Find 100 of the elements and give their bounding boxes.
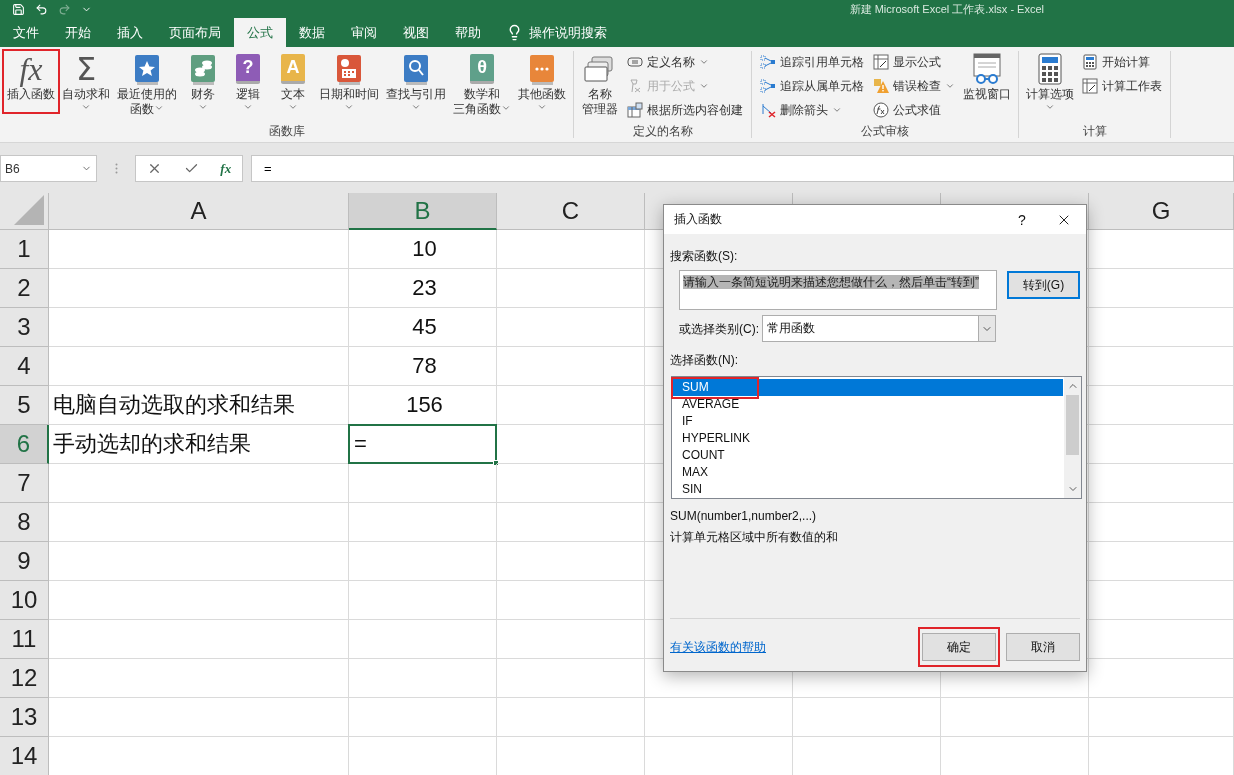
row-header[interactable]: 9 <box>0 542 49 581</box>
sheet-cell[interactable] <box>1089 308 1234 347</box>
ribbon-button[interactable]: 开始计算 <box>1082 51 1162 73</box>
sheet-cell[interactable] <box>497 386 645 425</box>
row-header[interactable]: 8 <box>0 503 49 542</box>
ribbon-button[interactable]: 计算选项 <box>1023 51 1077 112</box>
ribbon-button[interactable]: 定义名称 <box>627 51 743 73</box>
sheet-cell[interactable] <box>349 542 497 581</box>
sheet-cell[interactable] <box>497 425 645 464</box>
ribbon-button[interactable]: 查找与引用 <box>383 51 449 112</box>
ribbon-button[interactable]: 追踪从属单元格 <box>760 75 864 97</box>
ribbon-button[interactable]: 财务 <box>181 51 225 112</box>
ribbon-button[interactable]: 最近使用的 函数 <box>114 51 180 117</box>
ribbon-button[interactable]: 根据所选内容创建 <box>627 99 743 121</box>
ribbon-tab[interactable]: 视图 <box>390 18 442 47</box>
save-icon[interactable] <box>12 2 25 16</box>
row-header[interactable]: 5 <box>0 386 49 425</box>
help-link[interactable]: 有关该函数的帮助 <box>670 638 912 656</box>
sheet-cell[interactable] <box>1089 425 1234 464</box>
sheet-cell[interactable] <box>49 464 349 503</box>
sheet-cell[interactable]: 156 <box>349 386 497 425</box>
ribbon-button[interactable]: 其他函数 <box>515 51 569 112</box>
sheet-cell[interactable]: 10 <box>349 230 497 269</box>
ribbon-tab[interactable]: 插入 <box>104 18 156 47</box>
redo-icon[interactable] <box>58 2 71 16</box>
undo-icon[interactable] <box>35 2 48 16</box>
function-item[interactable]: IF <box>673 413 1063 430</box>
column-header[interactable]: G <box>1089 193 1234 230</box>
function-list[interactable]: SUM AVERAGE IF HYPERLINK COUNT MAX SIN <box>671 376 1082 499</box>
help-button[interactable]: ? <box>1002 211 1042 228</box>
sheet-cell[interactable] <box>497 542 645 581</box>
sheet-cell[interactable] <box>49 230 349 269</box>
active-cell[interactable]: = <box>348 424 497 464</box>
sheet-cell[interactable] <box>49 581 349 620</box>
ribbon-button[interactable]: Σ 自动求和 <box>59 51 113 112</box>
sheet-cell[interactable]: 45 <box>349 308 497 347</box>
sheet-cell[interactable] <box>1089 386 1234 425</box>
sheet-cell[interactable] <box>49 542 349 581</box>
dropdown-button[interactable] <box>978 316 995 341</box>
ribbon-button[interactable]: θ 数学和 三角函数 <box>450 51 514 117</box>
sheet-cell[interactable]: 78 <box>349 347 497 386</box>
category-select[interactable]: 常用函数 <box>762 315 996 342</box>
scroll-thumb[interactable] <box>1066 395 1079 455</box>
function-item[interactable]: SIN <box>673 481 1063 498</box>
sheet-cell[interactable] <box>941 698 1089 737</box>
sheet-cell[interactable] <box>49 698 349 737</box>
row-header[interactable]: 3 <box>0 308 49 347</box>
sheet-cell[interactable] <box>349 698 497 737</box>
sheet-cell[interactable] <box>49 659 349 698</box>
ribbon-button[interactable]: 日期和时间 <box>316 51 382 112</box>
sheet-cell[interactable]: 23 <box>349 269 497 308</box>
function-item[interactable]: COUNT <box>673 447 1063 464</box>
sheet-cell[interactable] <box>497 308 645 347</box>
sheet-cell[interactable] <box>497 464 645 503</box>
sheet-cell[interactable] <box>497 581 645 620</box>
ribbon-button[interactable]: fx 插入函数 <box>4 51 58 102</box>
row-header[interactable]: 2 <box>0 269 49 308</box>
ribbon-tab[interactable]: 开始 <box>52 18 104 47</box>
row-header[interactable]: 13 <box>0 698 49 737</box>
sheet-cell[interactable] <box>1089 269 1234 308</box>
name-box[interactable]: B6 <box>0 155 97 182</box>
row-header[interactable]: 4 <box>0 347 49 386</box>
search-field[interactable]: 请输入一条简短说明来描述您想做什么，然后单击“转到” <box>679 270 997 310</box>
sheet-cell[interactable] <box>349 581 497 620</box>
ribbon-button[interactable]: 删除箭头 <box>760 99 864 121</box>
dialog-button[interactable]: 确定 <box>922 633 996 661</box>
insert-function-button[interactable]: fx <box>220 160 232 177</box>
ribbon-button[interactable]: A 文本 <box>271 51 315 112</box>
ribbon-button[interactable]: 计算工作表 <box>1082 75 1162 97</box>
row-header[interactable]: 10 <box>0 581 49 620</box>
sheet-cell[interactable] <box>1089 464 1234 503</box>
sheet-cell[interactable] <box>49 347 349 386</box>
ribbon-tab[interactable]: 审阅 <box>338 18 390 47</box>
dialog-button[interactable]: 取消 <box>1006 633 1080 661</box>
sheet-cell[interactable] <box>1089 503 1234 542</box>
sheet-cell[interactable] <box>793 698 941 737</box>
sheet-cell[interactable] <box>49 620 349 659</box>
sheet-cell[interactable] <box>349 620 497 659</box>
row-header[interactable]: 1 <box>0 230 49 269</box>
sheet-cell[interactable] <box>1089 230 1234 269</box>
sheet-cell[interactable] <box>49 308 349 347</box>
function-item[interactable]: SUM <box>673 379 1063 396</box>
ribbon-tab[interactable]: 公式 <box>234 18 286 47</box>
row-header[interactable]: 6 <box>0 425 49 464</box>
ribbon-tab[interactable]: 文件 <box>0 18 52 47</box>
sheet-cell[interactable] <box>1089 620 1234 659</box>
ribbon-tab[interactable]: 页面布局 <box>156 18 234 47</box>
sheet-cell[interactable] <box>1089 542 1234 581</box>
sheet-cell[interactable] <box>1089 659 1234 698</box>
sheet-cell[interactable] <box>497 698 645 737</box>
ribbon-button[interactable]: 监视窗口 <box>960 51 1014 102</box>
scrollbar[interactable] <box>1064 377 1081 498</box>
ribbon-button[interactable]: 显示公式 <box>873 51 955 73</box>
sheet-cell[interactable] <box>497 347 645 386</box>
sheet-cell[interactable] <box>645 698 793 737</box>
row-header[interactable]: 14 <box>0 737 49 775</box>
column-header[interactable]: A <box>49 193 349 230</box>
ribbon-tab[interactable]: 帮助 <box>442 18 494 47</box>
sheet-cell[interactable] <box>349 659 497 698</box>
formula-field[interactable]: = <box>251 155 1234 182</box>
